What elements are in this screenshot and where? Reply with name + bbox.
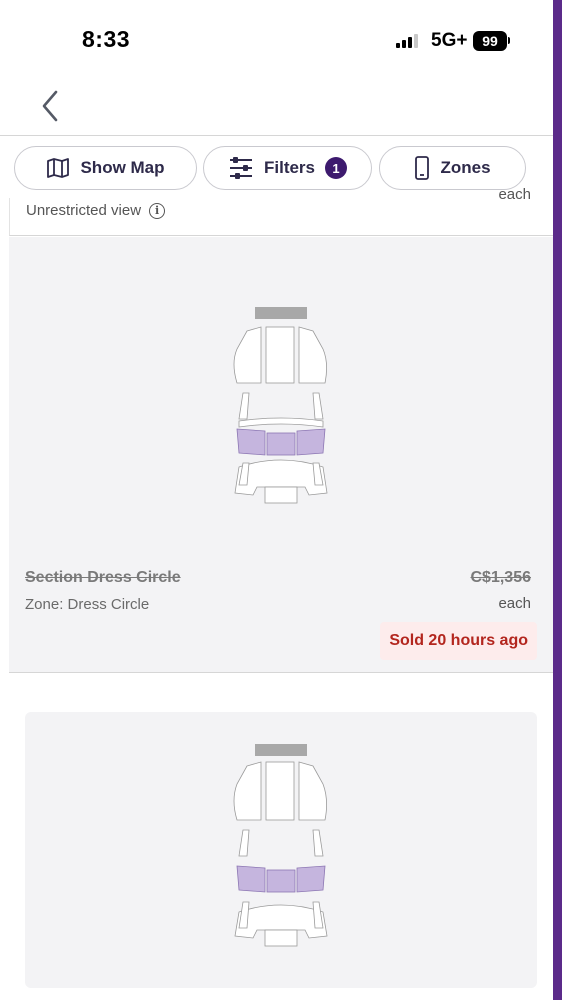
zones-label: Zones xyxy=(440,158,491,177)
battery-tip xyxy=(508,37,510,44)
original-price: C$1,356 xyxy=(470,569,532,586)
stage xyxy=(255,307,307,319)
filters-label: Filters xyxy=(263,158,316,177)
stage xyxy=(255,744,307,756)
seat-map xyxy=(233,744,328,947)
signal-icon xyxy=(396,34,418,48)
view-restriction: Unrestricted view i xyxy=(26,202,166,219)
each-label: each xyxy=(498,595,531,612)
sold-status-badge: Sold 20 hours ago xyxy=(380,622,537,660)
section-title: Section Dress Circle xyxy=(25,569,181,586)
map-icon xyxy=(47,158,70,178)
previous-listing-footer[interactable]: Unrestricted view i each xyxy=(9,186,553,236)
filter-bar: Show Map Filters 1 Zones xyxy=(9,136,553,198)
view-restriction-label: Unrestricted view xyxy=(26,202,142,219)
chevron-left-icon xyxy=(42,90,58,122)
previous-each-label: each xyxy=(498,186,531,203)
battery-icon: 99 xyxy=(473,31,507,51)
phone-icon xyxy=(415,156,430,180)
show-map-button[interactable]: Show Map xyxy=(14,146,197,190)
battery-level: 99 xyxy=(482,33,498,49)
nav-bar xyxy=(0,80,553,136)
filters-button[interactable]: Filters 1 xyxy=(203,146,372,190)
back-button[interactable] xyxy=(30,86,70,126)
zone-label: Zone: Dress Circle xyxy=(25,596,150,613)
status-bar: 8:33 5G+ 99 xyxy=(0,0,562,80)
zones-button[interactable]: Zones xyxy=(379,146,526,190)
network-label: 5G+ xyxy=(431,30,468,51)
filters-count-badge: 1 xyxy=(325,157,348,179)
listing-card[interactable]: Section Dress Circle Zone: Dress Circle … xyxy=(9,237,553,673)
status-time: 8:33 xyxy=(82,26,131,52)
dress-circle-highlight xyxy=(236,865,326,893)
seat-map xyxy=(233,307,328,504)
info-icon[interactable]: i xyxy=(149,202,166,219)
right-edge-strip xyxy=(553,0,562,1000)
dress-circle-highlight xyxy=(236,428,326,456)
next-listing-card[interactable] xyxy=(25,712,537,988)
show-map-label: Show Map xyxy=(80,158,165,177)
sliders-icon xyxy=(229,157,252,179)
